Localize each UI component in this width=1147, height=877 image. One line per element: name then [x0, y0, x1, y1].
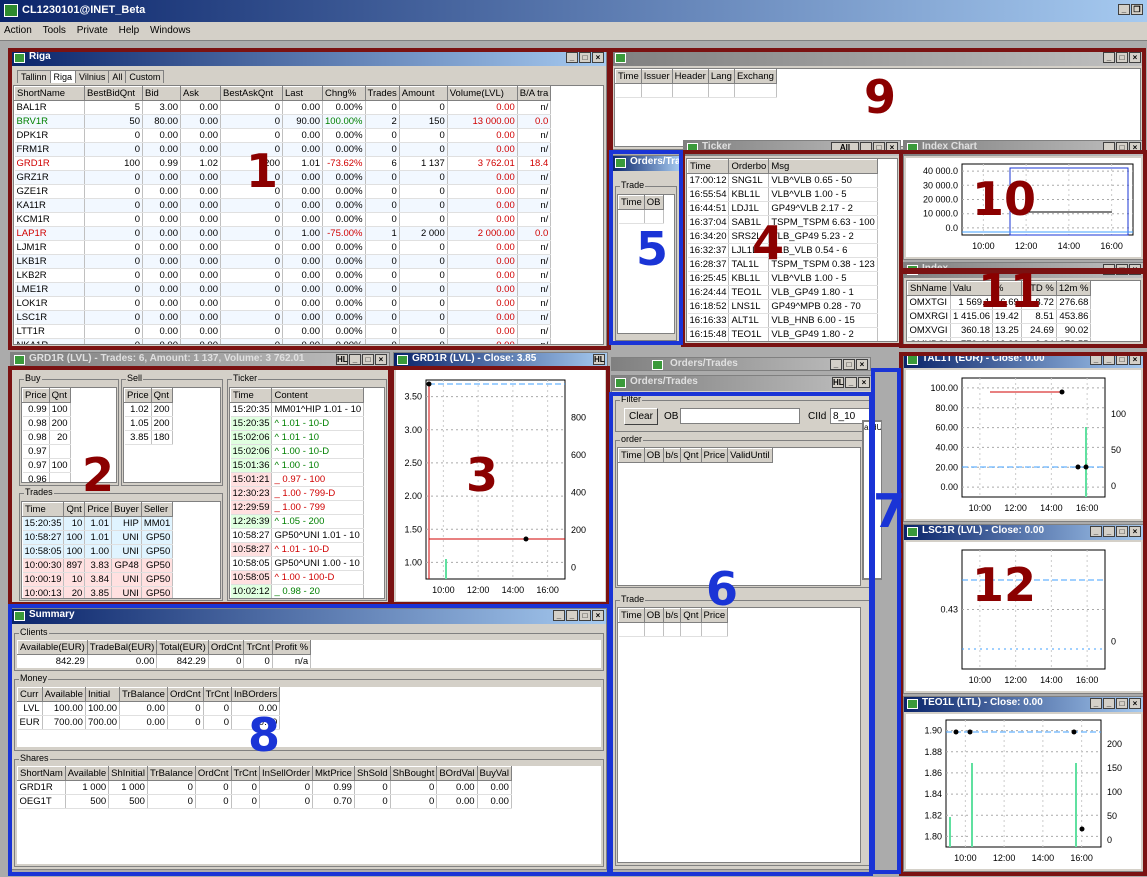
orders-trades-title: Orders/Trades	[630, 376, 698, 387]
menu-tools[interactable]: Tools	[39, 22, 70, 36]
label-5: 5	[636, 222, 669, 276]
highlight-1	[8, 48, 611, 350]
minimize-icon[interactable]: _	[349, 354, 361, 365]
highlight-3	[390, 366, 610, 606]
menu-help[interactable]: Help	[115, 22, 144, 36]
orders-back-title: Orders/Trades	[670, 358, 738, 369]
label-6: 6	[706, 562, 739, 616]
window-icon	[397, 355, 408, 365]
menu-windows[interactable]: Windows	[146, 22, 195, 36]
label-3: 3	[466, 448, 499, 502]
orders-back-titlebar: Orders/Trades _ □ ×	[612, 358, 870, 370]
app-icon	[4, 4, 18, 17]
maximize-icon[interactable]: □	[362, 354, 374, 365]
highlight-6	[609, 392, 873, 876]
label-10: 10	[972, 172, 1037, 226]
restore-icon[interactable]: ❐	[1131, 4, 1143, 15]
label-2: 2	[82, 448, 115, 502]
minimize-icon[interactable]: _	[845, 377, 857, 388]
highlight-7	[871, 368, 901, 874]
close-icon[interactable]: ×	[856, 359, 868, 370]
label-12: 12	[972, 558, 1037, 612]
label-7: 7	[873, 484, 906, 538]
orders-back-window: Orders/Trades _ □ ×	[611, 357, 871, 371]
menu-private[interactable]: Private	[73, 22, 112, 36]
window-icon	[615, 378, 626, 388]
grd-trades-title: GRD1R (LVL) - Trades: 6, Amount: 1 137, …	[29, 353, 305, 364]
label-11: 11	[978, 264, 1043, 318]
menubar: Action Tools Private Help Windows	[0, 22, 1147, 41]
menu-action[interactable]: Action	[0, 22, 36, 36]
highlight-4	[681, 150, 903, 347]
highlight-8	[8, 604, 611, 876]
label-4: 4	[752, 216, 785, 270]
hl-button[interactable]: HL	[832, 377, 844, 388]
minimize-icon[interactable]: _	[1118, 4, 1130, 15]
orders-trades-titlebar: Orders/Trades HL _ ×	[612, 376, 872, 391]
maximize-icon[interactable]: □	[843, 359, 855, 370]
app-title: CL1230101@INET_Beta	[22, 4, 146, 16]
app-window-controls: _ ❐	[1117, 3, 1143, 15]
highlight-2	[8, 366, 392, 606]
window-icon	[14, 355, 25, 365]
label-1: 1	[246, 144, 279, 198]
app-titlebar: CL1230101@INET_Beta _ ❐	[0, 0, 1147, 22]
label-9: 9	[864, 70, 897, 124]
hl-button[interactable]: HL	[593, 354, 605, 365]
close-icon[interactable]: ×	[858, 377, 870, 388]
window-icon	[652, 360, 663, 370]
grd-chart-title: GRD1R (LVL) - Close: 3.85	[412, 353, 537, 364]
highlight-12	[899, 352, 1147, 876]
hl-button[interactable]: HL	[336, 354, 348, 365]
label-8: 8	[248, 708, 281, 762]
close-icon[interactable]: ×	[375, 354, 387, 365]
minimize-icon[interactable]: _	[830, 359, 842, 370]
